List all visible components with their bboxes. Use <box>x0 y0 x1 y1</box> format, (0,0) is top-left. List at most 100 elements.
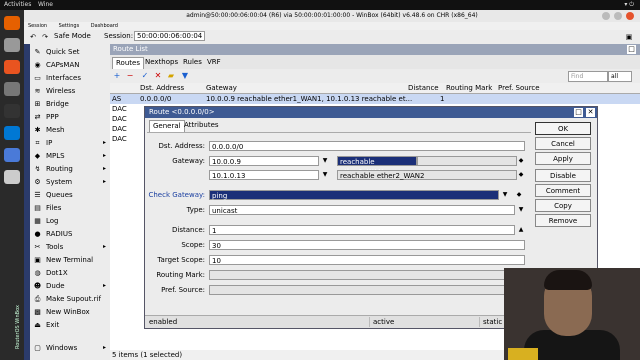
software-icon[interactable] <box>4 60 20 74</box>
menu-settings[interactable]: Settings <box>59 23 80 29</box>
sidebar-item-new-winbox[interactable]: ▩ New WinBox <box>30 306 110 319</box>
filter-icon[interactable]: ▼ <box>180 71 190 81</box>
comment-icon[interactable]: ▰ <box>166 71 176 81</box>
tab-rules[interactable]: Rules <box>180 57 205 68</box>
gateway-field-2[interactable]: 10.1.0.13 <box>209 170 319 180</box>
vscode-icon[interactable] <box>4 126 20 140</box>
settings-icon[interactable] <box>4 82 20 96</box>
sidebar-item-windows[interactable]: ▢ Windows ▸ <box>30 342 110 355</box>
sidebar-item-mpls[interactable]: ◆ MPLS ▸ <box>30 150 110 163</box>
col-pref-source[interactable]: Pref. Source <box>498 84 540 92</box>
tab-routes[interactable]: Routes <box>112 57 144 69</box>
sidebar-item-dude[interactable]: ☻ Dude ▸ <box>30 280 110 293</box>
sidebar-item-tools[interactable]: ✂ Tools ▸ <box>30 241 110 254</box>
toggle-icon[interactable]: ▲ <box>517 225 525 235</box>
restore-icon[interactable]: □ <box>574 108 583 117</box>
restore-icon[interactable]: □ <box>627 45 636 54</box>
sidebar-item-wireless[interactable]: ≋ Wireless <box>30 85 110 98</box>
gateway-toggle-icon[interactable]: ◆ <box>517 156 525 166</box>
apply-button[interactable]: Apply <box>535 152 591 165</box>
filter-select[interactable]: all <box>608 71 632 82</box>
close-icon[interactable]: ✕ <box>586 108 595 117</box>
sidebar-item-routing[interactable]: ↯ Routing ▸ <box>30 163 110 176</box>
maximize-icon[interactable] <box>614 12 622 20</box>
col-routing-mark[interactable]: Routing Mark <box>446 84 492 92</box>
terminal-icon[interactable] <box>4 104 20 118</box>
gateway-toggle-icon[interactable]: ◆ <box>517 170 525 180</box>
session-field[interactable]: 50:00:00:06:00:04 <box>134 31 206 41</box>
system-tray[interactable]: ▾ ⏻ <box>624 1 634 9</box>
sidebar-item-new-terminal[interactable]: ▣ New Terminal <box>30 254 110 267</box>
sidebar-item-ppp[interactable]: ⇄ PPP <box>30 111 110 124</box>
routing-mark-select[interactable] <box>209 270 515 280</box>
check-gateway-label: Check Gateway: <box>148 191 205 199</box>
files-icon[interactable] <box>4 38 20 52</box>
check-gateway-field[interactable]: ping <box>209 190 499 200</box>
remove-button[interactable]: Remove <box>535 214 591 227</box>
gateway-field-1[interactable]: 10.0.0.9 <box>209 156 319 166</box>
tab-general[interactable]: General <box>149 120 185 132</box>
firefox-icon[interactable] <box>4 16 20 30</box>
sidebar-item-system[interactable]: ⚙ System ▸ <box>30 176 110 189</box>
safe-mode-button[interactable]: Safe Mode <box>54 32 91 40</box>
gateway-dropdown-icon[interactable]: ▼ <box>321 156 329 166</box>
trash-icon[interactable] <box>4 170 20 184</box>
sidebar-item-interfaces[interactable]: ▭ Interfaces <box>30 72 110 85</box>
window-close-icon[interactable]: ▣ <box>624 32 634 42</box>
disable-icon[interactable]: ✕ <box>153 71 163 81</box>
remove-icon[interactable]: − <box>125 71 135 81</box>
table-row[interactable]: AS 0.0.0.0/0 10.0.0.9 reachable ether1_W… <box>110 94 640 104</box>
winbox-icon[interactable] <box>4 148 20 162</box>
dropdown-icon[interactable]: ▼ <box>501 190 509 200</box>
tab-nexthops[interactable]: Nexthops <box>142 57 181 68</box>
col-distance[interactable]: Distance <box>408 84 439 92</box>
app-menu[interactable]: Wine <box>38 1 53 8</box>
enable-icon[interactable]: ✓ <box>140 71 150 81</box>
sidebar-item-ip[interactable]: ⌗ IP ▸ <box>30 137 110 150</box>
menu-session[interactable]: Session <box>28 23 47 29</box>
target-scope-field[interactable]: 10 <box>209 255 525 265</box>
pref-source-field[interactable] <box>209 285 515 295</box>
scope-field[interactable]: 30 <box>209 240 525 250</box>
redo-icon[interactable]: ↷ <box>40 32 50 42</box>
sidebar-item-queues[interactable]: ☰ Queues <box>30 189 110 202</box>
find-input[interactable]: Find <box>568 71 608 82</box>
add-icon[interactable]: + <box>112 71 122 81</box>
sidebar-item-exit[interactable]: ⏏ Exit <box>30 319 110 332</box>
pref-source-label: Pref. Source: <box>161 286 205 294</box>
sidebar-item-dot1x[interactable]: ◍ Dot1X <box>30 267 110 280</box>
toggle-icon[interactable]: ◆ <box>515 190 523 200</box>
dst-address-field[interactable]: 0.0.0.0/0 <box>209 141 525 151</box>
sidebar-item-quick-set[interactable]: ✎ Quick Set <box>30 46 110 59</box>
menu-dashboard[interactable]: Dashboard <box>91 23 118 29</box>
minimize-icon[interactable] <box>602 12 610 20</box>
sidebar-item-mesh[interactable]: ✱ Mesh <box>30 124 110 137</box>
ok-button[interactable]: OK <box>535 122 591 135</box>
close-icon[interactable] <box>626 12 634 20</box>
tab-attributes[interactable]: Attributes <box>181 120 227 131</box>
dropdown-icon[interactable]: ▼ <box>517 205 525 215</box>
undo-icon[interactable]: ↶ <box>28 32 38 42</box>
routing-mark-label: Routing Mark: <box>156 271 205 279</box>
sidebar-item-capsman[interactable]: ◉ CAPsMAN <box>30 59 110 72</box>
tab-vrf[interactable]: VRF <box>204 57 224 68</box>
exit-icon: ⏏ <box>34 321 41 329</box>
chevron-right-icon: ▸ <box>102 344 106 351</box>
copy-button[interactable]: Copy <box>535 199 591 212</box>
disable-button[interactable]: Disable <box>535 169 591 182</box>
col-dst-address[interactable]: Dst. Address <box>140 84 184 92</box>
sidebar-item-log[interactable]: ▦ Log <box>30 215 110 228</box>
sidebar-item-radius[interactable]: ● RADIUS <box>30 228 110 241</box>
distance-field[interactable]: 1 <box>209 225 515 235</box>
gateway-dropdown-icon[interactable]: ▼ <box>321 170 329 180</box>
activities-button[interactable]: Activities <box>4 1 31 8</box>
sidebar-item-bridge[interactable]: ⊞ Bridge <box>30 98 110 111</box>
sidebar-item-label: Routing <box>46 165 73 173</box>
comment-button[interactable]: Comment <box>535 184 591 197</box>
col-gateway[interactable]: Gateway <box>206 84 237 92</box>
quick-set-icon: ✎ <box>34 48 41 56</box>
sidebar-item-make-supout[interactable]: ⎙ Make Supout.rif <box>30 293 110 306</box>
cancel-button[interactable]: Cancel <box>535 137 591 150</box>
type-select[interactable]: unicast <box>209 205 515 215</box>
sidebar-item-files[interactable]: ▤ Files <box>30 202 110 215</box>
